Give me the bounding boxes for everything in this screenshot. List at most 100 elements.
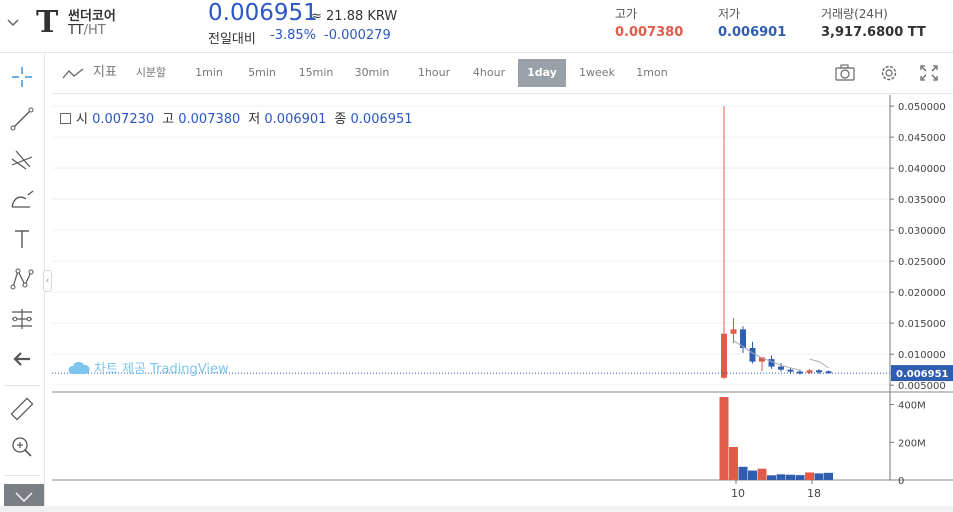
gear-icon[interactable] <box>878 62 900 84</box>
text-icon[interactable] <box>6 223 38 255</box>
moving-average-line <box>809 358 829 369</box>
time-tick-label: 10 <box>731 487 745 500</box>
candle-body <box>730 329 737 334</box>
close-label-legend: 종 <box>334 112 347 127</box>
volume-bar <box>786 474 795 480</box>
volume-bar <box>795 475 805 480</box>
volume-label: 거래량(24H) <box>821 7 888 21</box>
close-value-legend: 0.006951 <box>350 112 413 127</box>
timeframe-1hour[interactable]: 1hour <box>412 59 456 87</box>
volume-bar <box>814 473 824 480</box>
low-label-legend: 저 <box>248 112 261 127</box>
crosshair-icon[interactable] <box>6 61 38 93</box>
candle-body <box>778 366 784 370</box>
sidebar-divider <box>4 385 40 386</box>
candle-body <box>721 333 727 378</box>
price-tick-label: 0.010000 <box>898 350 946 361</box>
indicator-button[interactable]: 지표 <box>88 59 122 87</box>
high-stat: 고가 0.007380 <box>615 5 683 40</box>
chart-toolbar: 지표 시분할 1min 5min 15min 30min 1hour 4hour 1day 1w… <box>52 53 953 94</box>
timeframe-30min[interactable]: 30min <box>352 59 392 87</box>
last-price-label: 0.006951 <box>896 369 949 380</box>
volume-tick-label: 200M <box>898 438 926 449</box>
low-stat: 저가 0.006901 <box>718 5 786 40</box>
zoom-in-icon[interactable] <box>6 431 38 463</box>
volume-bar <box>824 472 833 480</box>
timeframe-1min[interactable]: 1min <box>192 59 226 87</box>
volume-bar <box>748 470 757 480</box>
price-chart[interactable]: 0.005000 0.010000 0.015000 0.020000 0.025000… <box>52 95 953 512</box>
cloud-logo-icon <box>68 361 90 374</box>
timeframe-1mon[interactable]: 1mon <box>630 59 674 87</box>
current-price: 0.006951 <box>208 0 318 26</box>
volume-tick-label: 0 <box>898 476 904 487</box>
timeframe-시분할[interactable]: 시분할 <box>132 59 170 87</box>
high-value: 0.007380 <box>615 25 684 40</box>
low-value-legend: 0.006901 <box>264 112 327 127</box>
camera-icon[interactable] <box>834 63 856 83</box>
chevron-down-icon[interactable] <box>6 16 20 30</box>
krw-equivalent: ≈ 21.88 KRW <box>311 9 398 24</box>
coin-logo: T <box>36 5 59 40</box>
price-tick-label: 0.045000 <box>898 133 946 144</box>
volume-bar <box>729 446 738 480</box>
open-value: 0.007230 <box>92 112 155 127</box>
ohlc-legend: 시 0.007230 고 0.007380 저 0.006901 종 0.006951 <box>60 108 421 127</box>
change-absolute: -0.000279 <box>324 28 391 43</box>
coin-name: 썬더코어 <box>68 9 116 24</box>
price-tick-label: 0.035000 <box>898 195 946 206</box>
tradingview-watermark: 차트 제공 TradingView <box>68 358 229 377</box>
price-tick-label: 0.015000 <box>898 319 946 330</box>
change-label: 전일대비 <box>208 32 256 47</box>
pattern-icon[interactable] <box>6 263 38 295</box>
sidebar-collapse-handle[interactable]: ‹ <box>43 270 52 292</box>
measure-icon[interactable] <box>6 303 38 335</box>
change-percent: -3.85% <box>270 28 316 43</box>
timeframe-1day[interactable]: 1day <box>518 59 566 87</box>
high-label: 고가 <box>615 7 638 21</box>
ruler-icon[interactable] <box>6 393 38 425</box>
trendline-icon[interactable] <box>6 103 38 135</box>
candle-body <box>806 370 813 373</box>
timeframe-5min[interactable]: 5min <box>245 59 279 87</box>
low-value: 0.006901 <box>718 25 787 40</box>
price-tick-label: 0.020000 <box>898 288 946 299</box>
open-label: 시 <box>76 112 88 127</box>
drawing-toolbar <box>0 53 45 512</box>
candle-body <box>787 369 794 372</box>
high-label-legend: 고 <box>162 112 175 127</box>
price-tick-label: 0.025000 <box>898 257 946 268</box>
volume-value: 3,917.6800 TT <box>821 25 926 40</box>
volume-bar <box>767 475 776 480</box>
volume-bar <box>738 466 748 480</box>
sidebar-divider <box>4 475 40 476</box>
fib-icon[interactable] <box>6 143 38 175</box>
candle-body <box>749 347 756 362</box>
volume-stat: 거래량(24H) 3,917.6800 TT <box>821 5 926 40</box>
back-arrow-icon[interactable] <box>6 343 38 375</box>
timeframe-15min[interactable]: 15min <box>298 59 334 87</box>
volume-bar <box>719 397 729 480</box>
watermark-text: 차트 제공 TradingView <box>94 362 229 377</box>
price-tick-label: 0.040000 <box>898 164 946 175</box>
volume-bar <box>776 474 786 480</box>
timeframe-1week[interactable]: 1week <box>570 59 624 87</box>
volume-tick-label: 400M <box>898 401 926 412</box>
legend-toggle-icon[interactable] <box>60 113 71 124</box>
volume-bar <box>805 472 814 480</box>
pair-quote: /HT <box>83 23 106 38</box>
coin-pair: TT/HT <box>68 23 106 38</box>
pair-base: TT <box>68 23 84 38</box>
bottom-strip <box>0 506 953 512</box>
indicator-icon[interactable] <box>62 67 84 81</box>
volume-bar <box>757 468 767 480</box>
low-label: 저가 <box>718 7 741 21</box>
price-tick-label: 0.030000 <box>898 226 946 237</box>
timeframe-4hour[interactable]: 4hour <box>467 59 511 87</box>
brush-icon[interactable] <box>6 183 38 215</box>
fullscreen-icon[interactable] <box>919 64 939 82</box>
candle-body <box>816 370 822 373</box>
time-tick-label: 18 <box>807 487 821 500</box>
price-tick-label: 0.005000 <box>898 381 946 392</box>
price-tick-label: 0.050000 <box>898 102 946 113</box>
